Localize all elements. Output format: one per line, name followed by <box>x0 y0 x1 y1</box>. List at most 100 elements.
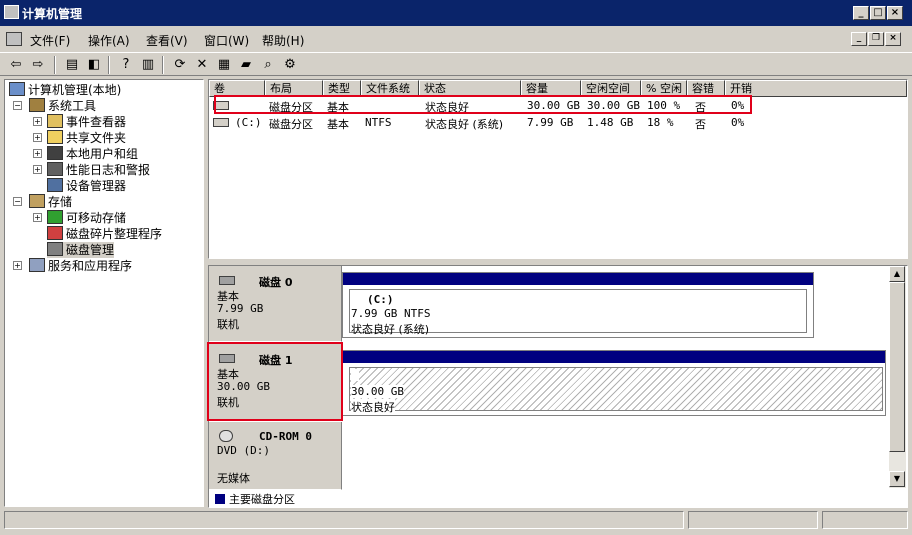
settings-icon[interactable]: ⚙ <box>280 55 300 75</box>
cell-percent-free: 18 % <box>647 116 674 129</box>
volume-name-blank <box>351 369 359 381</box>
cdrom-0-label[interactable]: CD-ROM 0 DVD (D:) 无媒体 <box>209 422 342 490</box>
console-tree-icon[interactable]: ▥ <box>138 55 158 75</box>
console-tree: 计算机管理(本地) − 系统工具 + 事件查看器 + 共享文件夹 + 本地用户和… <box>4 79 204 507</box>
expand-icon[interactable]: + <box>33 149 42 158</box>
removable-storage-icon <box>47 210 63 224</box>
legend-label: 主要磁盘分区 <box>229 493 295 506</box>
tree-item-device-manager[interactable]: 设备管理器 <box>47 178 126 194</box>
volume-status: 状态良好 <box>351 399 395 415</box>
back-arrow-icon[interactable]: ⇦ <box>6 55 26 75</box>
cell-status: 状态良好 (系统) <box>425 118 504 131</box>
cell-type: 基本 <box>327 118 349 131</box>
title-bar: 计算机管理 _ □ × <box>0 0 912 26</box>
scroll-down-icon[interactable]: ▼ <box>889 471 905 487</box>
system-menu-icon[interactable] <box>6 32 22 46</box>
tree-item-system-tools[interactable]: 系统工具 <box>29 98 96 114</box>
scroll-up-icon[interactable]: ▲ <box>889 266 905 282</box>
tree-item-label: 计算机管理(本地) <box>28 83 122 97</box>
maximize-button[interactable]: □ <box>870 6 886 20</box>
tree-item-services[interactable]: 服务和应用程序 <box>29 258 132 274</box>
properties-icon[interactable]: ▦ <box>214 55 234 75</box>
tree-item-label: 本地用户和组 <box>66 147 139 161</box>
highlight-box <box>214 95 752 114</box>
tree-item-shared-folders[interactable]: 共享文件夹 <box>47 130 126 146</box>
disk-0-label[interactable]: 磁盘 0 基本 7.99 GB 联机 <box>209 266 342 342</box>
minimize-button[interactable]: _ <box>853 6 869 20</box>
search-icon[interactable]: ⌕ <box>258 55 278 75</box>
child-close-button[interactable]: × <box>885 32 901 46</box>
collapse-icon[interactable]: − <box>13 101 22 110</box>
menu-bar: 文件(F) 操作(A) 查看(V) 窗口(W) 帮助(H) _ ❐ × <box>0 28 912 50</box>
scroll-thumb[interactable] <box>889 282 905 452</box>
delete-icon[interactable]: ✕ <box>192 55 212 75</box>
tree-item-label: 事件查看器 <box>66 115 127 129</box>
tree-item-root[interactable]: 计算机管理(本地) <box>9 82 121 98</box>
refresh-icon[interactable]: ⟳ <box>170 55 190 75</box>
volume-name: (C:) <box>367 293 394 306</box>
services-icon <box>29 258 45 272</box>
toolbar-separator <box>162 56 164 74</box>
toolbar-separator <box>54 56 56 74</box>
volume-size: 30.00 GB <box>351 385 404 398</box>
close-button[interactable]: × <box>887 6 903 20</box>
expand-icon[interactable]: + <box>33 117 42 126</box>
expand-icon[interactable]: + <box>33 133 42 142</box>
open-folder-icon[interactable]: ▰ <box>236 55 256 75</box>
tree-item-label: 磁盘管理 <box>66 243 115 257</box>
tree-item-removable-storage[interactable]: 可移动存储 <box>47 210 126 226</box>
defrag-icon <box>47 226 63 240</box>
storage-icon <box>29 194 45 208</box>
expand-icon[interactable]: + <box>33 165 42 174</box>
tree-item-event-viewer[interactable]: 事件查看器 <box>47 114 126 130</box>
disk-name: 磁盘 0 <box>259 276 293 289</box>
child-restore-button[interactable]: ❐ <box>868 32 884 46</box>
menu-window[interactable]: 窗口(W) <box>204 32 249 49</box>
legend-swatch <box>215 494 225 504</box>
volume-inner-frame <box>349 367 883 411</box>
child-minimize-button[interactable]: _ <box>851 32 867 46</box>
cell-volume: (C:) <box>235 116 262 129</box>
expand-icon[interactable]: + <box>13 261 22 270</box>
cell-overhead: 0% <box>731 116 745 129</box>
disk-type: DVD (D:) <box>217 444 270 457</box>
expand-icon[interactable]: + <box>33 213 42 222</box>
tree-item-label: 性能日志和警报 <box>66 163 151 177</box>
menu-file[interactable]: 文件(F) <box>30 32 70 49</box>
table-row[interactable]: (C:) 磁盘分区 基本 NTFS 状态良好 (系统) 7.99 GB 1.48… <box>209 115 907 131</box>
menu-help[interactable]: 帮助(H) <box>262 32 304 49</box>
tree-item-storage[interactable]: 存储 <box>29 194 72 210</box>
status-bar <box>4 511 908 531</box>
forward-arrow-icon[interactable]: ⇨ <box>28 55 48 75</box>
disk-name: CD-ROM 0 <box>259 430 312 443</box>
window-title: 计算机管理 <box>22 7 83 21</box>
tree-item-local-users[interactable]: 本地用户和组 <box>47 146 138 162</box>
tree-item-label: 系统工具 <box>48 99 97 113</box>
volume-c-block[interactable]: (C:) 7.99 GB NTFS 状态良好 (系统) <box>342 272 814 338</box>
tree-item-label: 可移动存储 <box>66 211 127 225</box>
computer-icon <box>9 82 25 96</box>
menu-view[interactable]: 查看(V) <box>146 32 188 49</box>
legend: 主要磁盘分区 <box>209 490 889 507</box>
menu-action[interactable]: 操作(A) <box>88 32 130 49</box>
tree-item-disk-management[interactable]: 磁盘管理 <box>47 242 115 258</box>
volume-size: 7.99 GB NTFS <box>351 307 431 320</box>
tree-item-perf-logs[interactable]: 性能日志和警报 <box>47 162 150 178</box>
cell-filesystem: NTFS <box>365 116 392 129</box>
help-icon[interactable]: ? <box>116 55 136 75</box>
highlight-box <box>207 342 343 421</box>
tree-item-label: 存储 <box>48 195 73 209</box>
status-panel <box>4 511 684 529</box>
show-tree-icon[interactable]: ◧ <box>84 55 104 75</box>
cell-capacity: 7.99 GB <box>527 116 574 129</box>
column-header-overhead[interactable]: 开销 <box>725 80 907 97</box>
collapse-icon[interactable]: − <box>13 197 22 206</box>
volume-disk1-block[interactable]: 30.00 GB 状态良好 <box>342 350 886 416</box>
shared-folder-icon <box>47 130 63 144</box>
vertical-scrollbar[interactable]: ▲ ▼ <box>889 266 906 488</box>
tree-item-defrag[interactable]: 磁盘碎片整理程序 <box>47 226 162 242</box>
up-folder-icon[interactable]: ▤ <box>62 55 82 75</box>
device-manager-icon <box>47 178 63 192</box>
status-panel <box>822 511 908 529</box>
cell-fault-tolerance: 否 <box>695 118 706 131</box>
